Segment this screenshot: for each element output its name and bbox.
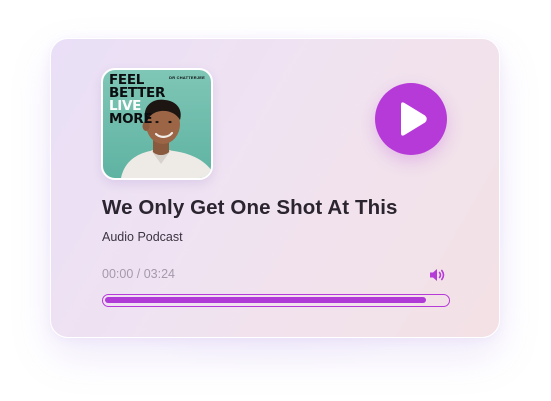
play-icon xyxy=(401,102,427,136)
cover-title-line4: MORE xyxy=(109,111,153,127)
progress-bar[interactable] xyxy=(102,294,450,307)
volume-button[interactable] xyxy=(429,267,447,283)
podcast-cover-art: FEEL BETTER LIVE MORE DR CHATTERJEE xyxy=(101,68,213,180)
cover-title: FEEL BETTER LIVE MORE xyxy=(109,73,165,127)
episode-title: We Only Get One Shot At This xyxy=(102,196,398,219)
total-time: 03:24 xyxy=(143,267,175,281)
time-separator: / xyxy=(133,267,144,281)
current-time: 00:00 xyxy=(102,267,134,281)
playback-time: 00:00 / 03:24 xyxy=(102,267,175,281)
volume-icon xyxy=(430,269,445,281)
episode-subtitle: Audio Podcast xyxy=(102,230,183,244)
progress-fill xyxy=(105,297,426,303)
play-button[interactable] xyxy=(375,83,447,155)
cover-author: DR CHATTERJEE xyxy=(169,75,205,80)
